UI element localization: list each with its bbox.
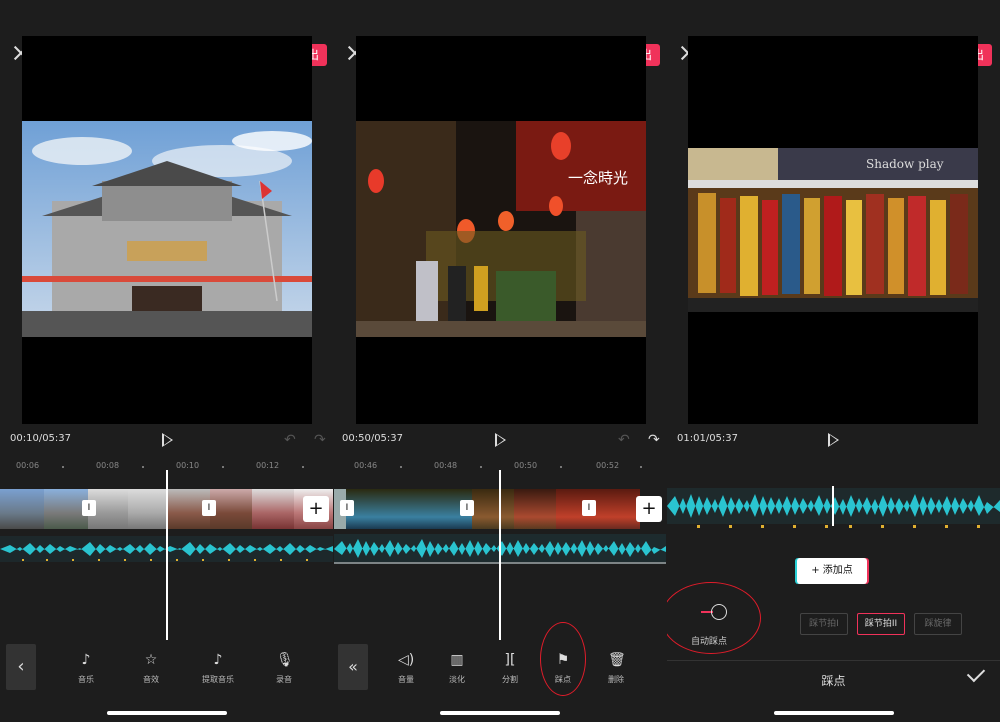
sound-effect-icon: ☆ — [144, 652, 158, 668]
bottom-toolbar: « ◁) 音量 ▥ 淡化 ][ 分割 ⚑ 踩点 🗑 删除 — [334, 638, 666, 698]
ruler-tick: 00:06 — [16, 461, 40, 470]
track-thumbnail — [252, 489, 294, 529]
fade-icon: ▥ — [450, 652, 464, 668]
delete-icon: 🗑 — [608, 652, 626, 668]
playhead[interactable] — [832, 486, 834, 526]
screenshot-composite: 导出 — [0, 0, 1000, 722]
beat-option-melody[interactable]: 踩旋律 — [914, 613, 962, 635]
home-indicator — [440, 711, 560, 715]
play-icon[interactable] — [495, 433, 506, 447]
ruler-tick: 00:10 — [176, 461, 200, 470]
time-readout: 00:50/05:37 — [342, 433, 404, 444]
video-preview: Shadow play — [688, 36, 978, 424]
annotation-circle — [540, 622, 586, 696]
photo-sign-text: 一念時光 — [568, 169, 628, 187]
ruler-dot — [62, 466, 64, 468]
ruler-tick: 00:08 — [96, 461, 120, 470]
back-button[interactable]: ‹ — [6, 644, 36, 690]
tool-split[interactable]: ][ 分割 — [490, 652, 530, 685]
split-icon: ][ — [504, 652, 516, 668]
track-thumbnail — [472, 489, 514, 529]
tool-volume[interactable]: ◁) 音量 — [386, 652, 426, 685]
ruler-dot — [640, 466, 642, 468]
play-icon[interactable] — [828, 433, 839, 447]
preview-image-shadow-play: Shadow play — [688, 148, 978, 312]
undo-icon[interactable]: ↶ — [618, 432, 630, 448]
tool-music[interactable]: ♪ 音乐 — [66, 652, 106, 685]
mic-icon: 🎙 — [276, 652, 294, 668]
playhead[interactable] — [499, 470, 501, 640]
tool-label: 音量 — [398, 675, 414, 684]
playback-bar: 01:01/05:37 — [667, 428, 1000, 452]
ruler-tick: 00:50 — [514, 461, 538, 470]
bottom-toolbar: ‹ ♪ 音乐 ☆ 音效 ♪ 提取音乐 🎙 录音 — [0, 638, 333, 698]
tool-label: 淡化 — [449, 675, 465, 684]
tool-label: 分割 — [502, 675, 518, 684]
transition-marker[interactable]: I — [340, 500, 354, 516]
track-thumbnail — [210, 489, 252, 529]
beat-option-1[interactable]: 踩节拍I — [800, 613, 848, 635]
video-preview: 一念時光 — [356, 36, 646, 424]
tool-label: 录音 — [276, 675, 292, 684]
time-readout: 00:10/05:37 — [10, 433, 72, 444]
ruler-dot — [222, 466, 224, 468]
ruler-tick: 00:48 — [434, 461, 458, 470]
tool-fade[interactable]: ▥ 淡化 — [437, 652, 477, 685]
tool-record[interactable]: 🎙 录音 — [264, 652, 304, 685]
tool-label: 提取音乐 — [202, 675, 234, 684]
track-thumbnail — [514, 489, 556, 529]
ruler-tick: 00:46 — [354, 461, 378, 470]
playback-bar: 00:50/05:37 ↶ ↷ — [334, 428, 666, 452]
tool-label: 音乐 — [78, 675, 94, 684]
collapse-button[interactable]: « — [338, 644, 368, 690]
tool-extract-music[interactable]: ♪ 提取音乐 — [198, 652, 238, 685]
track-thumbnail — [388, 489, 430, 529]
home-indicator — [774, 711, 894, 715]
playhead[interactable] — [166, 470, 168, 640]
volume-icon: ◁) — [398, 652, 415, 668]
transition-marker[interactable]: I — [202, 500, 216, 516]
track-thumbnail — [0, 489, 44, 529]
add-clip-button[interactable]: + — [636, 496, 662, 522]
ruler-dot — [142, 466, 144, 468]
tool-label: 删除 — [608, 675, 624, 684]
ruler-dot — [400, 466, 402, 468]
tiktok-icon: ♪ — [213, 652, 223, 668]
editor-panel-audio-edit: 导出 — [334, 0, 666, 722]
editor-panel-music: 导出 — [0, 0, 333, 722]
redo-icon[interactable]: ↷ — [648, 432, 660, 448]
time-readout: 01:01/05:37 — [677, 433, 739, 444]
transition-marker[interactable]: I — [582, 500, 596, 516]
add-point-button[interactable]: + 添加点 — [797, 558, 867, 584]
music-icon: ♪ — [81, 652, 91, 668]
playback-bar: 00:10/05:37 ↶ ↷ — [0, 428, 333, 452]
beat-option-2[interactable]: 踩节拍II — [857, 613, 905, 635]
redo-icon[interactable]: ↷ — [314, 432, 326, 448]
track-thumbnail — [128, 489, 168, 529]
editor-panel-beat-sync: 导出 — [667, 0, 1000, 722]
add-clip-button[interactable]: + — [303, 496, 329, 522]
sheet-title: 踩点 — [821, 674, 846, 688]
video-preview — [22, 36, 312, 424]
ruler-dot — [480, 466, 482, 468]
play-icon[interactable] — [162, 433, 173, 447]
home-indicator — [107, 711, 227, 715]
tool-sound-effect[interactable]: ☆ 音效 — [131, 652, 171, 685]
tool-label: 音效 — [143, 675, 159, 684]
ruler-dot — [560, 466, 562, 468]
track-thumbnail — [598, 489, 640, 529]
transition-marker[interactable]: I — [82, 500, 96, 516]
photo-sign-text: Shadow play — [866, 157, 944, 171]
ruler-dot — [302, 466, 304, 468]
ruler-tick: 00:52 — [596, 461, 620, 470]
preview-image-night-street: 一念時光 — [356, 121, 646, 337]
ruler-tick: 00:12 — [256, 461, 280, 470]
preview-image-temple — [22, 121, 312, 337]
annotation-circle — [667, 582, 761, 654]
sheet-divider — [667, 660, 1000, 661]
undo-icon[interactable]: ↶ — [284, 432, 296, 448]
transition-marker[interactable]: I — [460, 500, 474, 516]
tool-delete[interactable]: 🗑 删除 — [596, 652, 636, 685]
